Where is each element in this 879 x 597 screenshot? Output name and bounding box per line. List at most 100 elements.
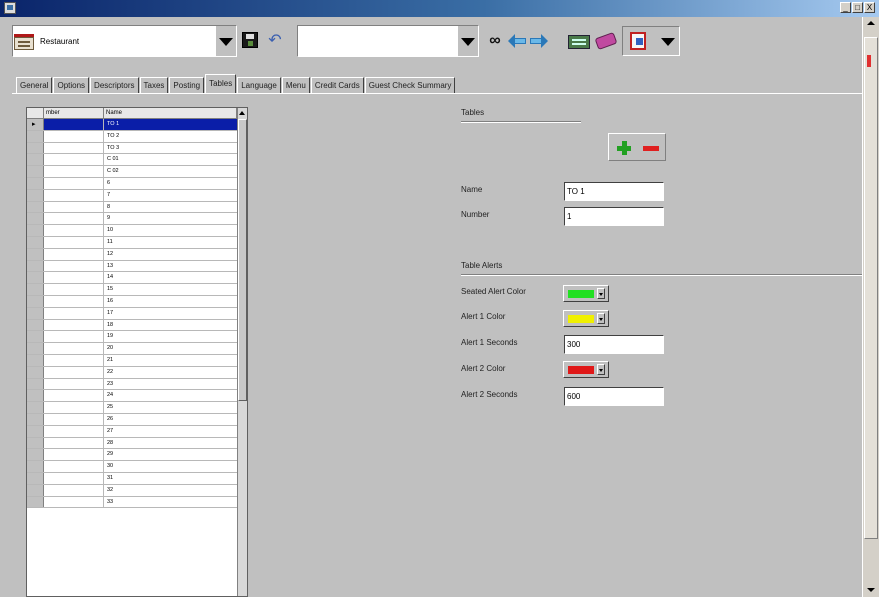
- tab-taxes[interactable]: Taxes: [139, 77, 169, 94]
- row-name-cell[interactable]: 7: [104, 190, 237, 201]
- table-row[interactable]: 28: [27, 437, 237, 450]
- alert2-color-picker[interactable]: [563, 361, 609, 378]
- row-number-cell[interactable]: [44, 413, 104, 425]
- row-selector[interactable]: [27, 402, 44, 413]
- row-number-cell[interactable]: [44, 272, 104, 284]
- add-table-button[interactable]: [614, 138, 634, 158]
- row-number-cell[interactable]: [44, 236, 104, 248]
- grid-scrollbar-thumb[interactable]: [238, 119, 247, 401]
- table-row[interactable]: TO 2: [27, 130, 237, 143]
- table-row[interactable]: 11: [27, 236, 237, 249]
- row-number-cell[interactable]: [44, 472, 104, 484]
- back-button[interactable]: [508, 29, 530, 53]
- row-number-cell[interactable]: [44, 142, 104, 154]
- row-number-cell[interactable]: [44, 295, 104, 307]
- row-name-cell[interactable]: 31: [104, 473, 237, 484]
- row-number-cell[interactable]: [44, 154, 104, 166]
- row-selector[interactable]: [27, 496, 44, 508]
- table-row[interactable]: 13: [27, 260, 237, 273]
- minimize-button[interactable]: _: [840, 2, 851, 13]
- row-selector[interactable]: [27, 130, 44, 142]
- main-scrollbar[interactable]: [862, 17, 879, 597]
- table-row[interactable]: TO 3: [27, 142, 237, 155]
- save-button[interactable]: [240, 29, 262, 53]
- row-number-cell[interactable]: [44, 189, 104, 201]
- row-number-cell[interactable]: [44, 402, 104, 413]
- row-number-cell[interactable]: [44, 437, 104, 449]
- tab-descriptors[interactable]: Descriptors: [90, 77, 139, 94]
- table-row[interactable]: 16: [27, 295, 237, 308]
- table-row[interactable]: 31: [27, 472, 237, 485]
- row-selector[interactable]: [27, 378, 44, 390]
- row-name-cell[interactable]: 15: [104, 284, 237, 295]
- grid-header-name[interactable]: Name: [104, 108, 237, 119]
- row-name-cell[interactable]: 32: [104, 485, 237, 496]
- location-dropdown-button[interactable]: [216, 26, 236, 56]
- row-selector[interactable]: [27, 390, 44, 402]
- row-selector[interactable]: [27, 284, 44, 295]
- location-combo[interactable]: Restaurant: [12, 25, 237, 57]
- row-name-cell[interactable]: 19: [104, 331, 237, 342]
- row-selector[interactable]: [27, 461, 44, 472]
- table-row[interactable]: 20: [27, 343, 237, 355]
- tab-options[interactable]: Options: [53, 77, 90, 94]
- row-selector[interactable]: [27, 319, 44, 331]
- row-name-cell[interactable]: 20: [104, 343, 237, 354]
- row-name-cell[interactable]: 18: [104, 320, 237, 331]
- name-field[interactable]: TO 1: [564, 182, 664, 201]
- row-selector[interactable]: [27, 343, 44, 354]
- table-row[interactable]: C 01: [27, 154, 237, 167]
- forward-button[interactable]: [530, 29, 552, 53]
- row-name-cell[interactable]: 21: [104, 355, 237, 366]
- table-row[interactable]: 33: [27, 496, 237, 509]
- row-number-cell[interactable]: [44, 343, 104, 354]
- tables-grid[interactable]: mber Name ▸ TO 1 TO 2 TO 3C 01 C 02 6 7 8 9 10 11 1…: [26, 107, 248, 597]
- row-selector[interactable]: [27, 272, 44, 284]
- row-name-cell[interactable]: 22: [104, 367, 237, 378]
- row-selector[interactable]: [27, 177, 44, 189]
- row-number-cell[interactable]: [44, 425, 104, 437]
- row-selector[interactable]: [27, 437, 44, 449]
- report-menu-button[interactable]: [622, 26, 680, 56]
- clear-button[interactable]: [594, 29, 618, 53]
- row-number-cell[interactable]: [44, 307, 104, 319]
- row-name-cell[interactable]: 28: [104, 438, 237, 449]
- row-selector[interactable]: [27, 189, 44, 201]
- table-row[interactable]: 6: [27, 177, 237, 190]
- maximize-button[interactable]: □: [852, 2, 863, 13]
- row-number-cell[interactable]: [44, 319, 104, 331]
- table-row[interactable]: 29: [27, 449, 237, 462]
- table-row[interactable]: 30: [27, 461, 237, 473]
- row-number-cell[interactable]: [44, 484, 104, 496]
- table-row[interactable]: 7: [27, 189, 237, 202]
- table-row[interactable]: 8: [27, 201, 237, 214]
- row-name-cell[interactable]: 27: [104, 426, 237, 437]
- row-number-cell[interactable]: [44, 331, 104, 343]
- row-selector[interactable]: [27, 201, 44, 213]
- tab-tables[interactable]: Tables: [205, 74, 237, 94]
- row-number-cell[interactable]: [44, 284, 104, 295]
- row-selector[interactable]: [27, 472, 44, 484]
- row-number-cell[interactable]: [44, 213, 104, 225]
- table-row[interactable]: 12: [27, 248, 237, 261]
- tab-language[interactable]: Language: [237, 77, 281, 94]
- tab-menu[interactable]: Menu: [281, 77, 310, 94]
- grid-scrollbar[interactable]: [237, 108, 247, 596]
- row-name-cell[interactable]: 29: [104, 449, 237, 460]
- table-row[interactable]: 10: [27, 225, 237, 237]
- row-selector[interactable]: [27, 366, 44, 378]
- row-selector[interactable]: [27, 154, 44, 166]
- row-name-cell[interactable]: 24: [104, 390, 237, 401]
- row-name-cell[interactable]: 25: [104, 402, 237, 413]
- row-number-cell[interactable]: [44, 119, 104, 130]
- row-name-cell[interactable]: 12: [104, 249, 237, 260]
- row-name-cell[interactable]: TO 2: [104, 131, 237, 142]
- row-name-cell[interactable]: 10: [104, 225, 237, 236]
- table-row[interactable]: 32: [27, 484, 237, 497]
- close-button[interactable]: X: [864, 2, 875, 13]
- row-selector[interactable]: [27, 142, 44, 154]
- row-name-cell[interactable]: TO 1: [104, 119, 237, 130]
- table-row[interactable]: 22: [27, 366, 237, 379]
- row-name-cell[interactable]: 13: [104, 261, 237, 272]
- row-name-cell[interactable]: 11: [104, 237, 237, 248]
